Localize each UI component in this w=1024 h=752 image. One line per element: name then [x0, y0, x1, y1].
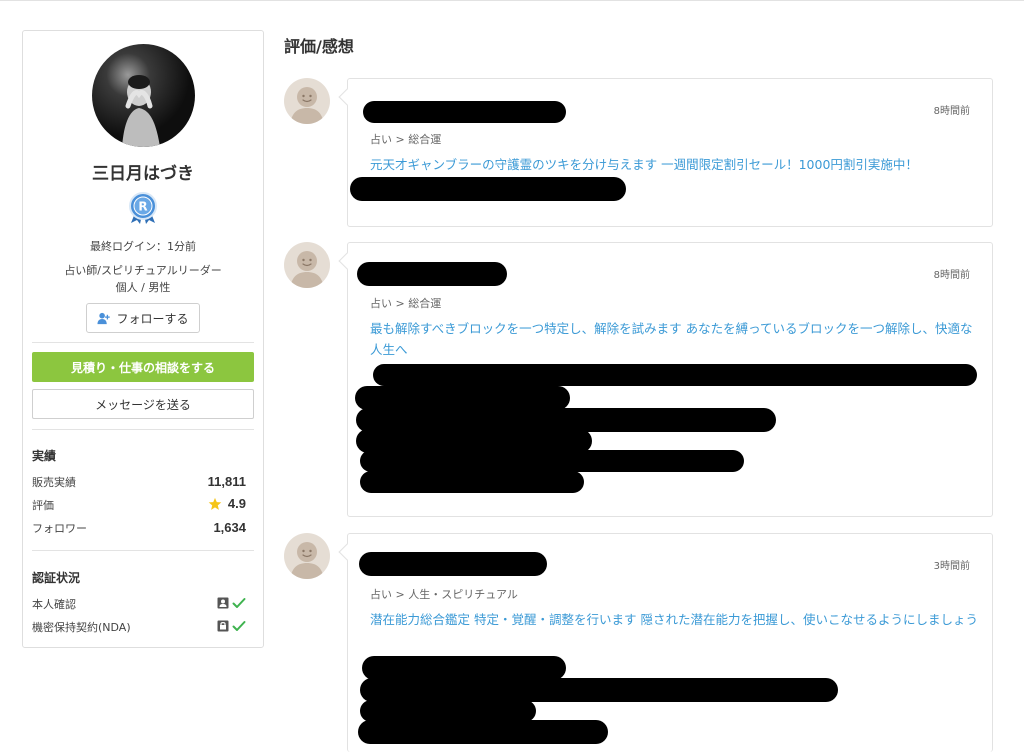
lock-icon	[217, 620, 229, 632]
last-login: 最終ログイン：1分前	[90, 240, 196, 253]
send-message-button[interactable]: メッセージを送る	[32, 389, 254, 419]
profile-name: 三日月はづき	[92, 164, 194, 184]
divider	[32, 342, 254, 343]
id-card-icon	[217, 597, 229, 609]
review-card: 3時間前 占い > 人生・スピリチュアル 潜在能力総合鑑定 特定・覚醒・調整を行…	[338, 533, 993, 752]
page-title: 評価/感想	[284, 37, 354, 56]
review-category[interactable]: 占い > 総合運	[370, 131, 441, 147]
verification-row-identity: 本人確認	[32, 596, 254, 612]
profile-sidebar: 三日月はづき R 最終ログイン：1分前 占い師/スピリチュアルリーダー 個人 /…	[22, 30, 264, 648]
redacted-review-text	[373, 364, 977, 386]
redacted-reviewer-name	[363, 101, 566, 123]
star-icon	[208, 497, 222, 510]
stat-followers-label: フォロワー	[32, 522, 87, 535]
redacted-review-text	[350, 177, 626, 201]
review-time: 8時間前	[933, 106, 970, 117]
redacted-review-text	[355, 386, 570, 410]
card-notch	[338, 543, 356, 561]
review-card: 8時間前 占い > 総合運 最も解除すべきブロックを一つ特定し、解除を試みます …	[338, 242, 993, 517]
top-border	[0, 0, 1024, 1]
consult-button[interactable]: 見積り・仕事の相談をする	[32, 352, 254, 382]
card-notch	[338, 88, 356, 106]
redacted-review-text	[362, 656, 566, 680]
divider	[32, 429, 254, 430]
profile-type: 個人 / 男性	[115, 281, 171, 294]
review-time: 8時間前	[933, 270, 970, 281]
redacted-review-text	[358, 720, 608, 744]
stat-rating-label: 評価	[32, 499, 54, 512]
card-notch	[338, 252, 356, 270]
review-service-link[interactable]: 元天才ギャンブラーの守護霊のツキを分け与えます 一週間限定割引セール！1000円…	[370, 154, 980, 175]
user-add-icon	[97, 312, 111, 324]
profile-role: 占い師/スピリチュアルリーダー	[64, 264, 222, 277]
redacted-review-text	[360, 678, 838, 702]
stat-sales-label: 販売実績	[32, 476, 76, 489]
review-category[interactable]: 占い > 人生・スピリチュアル	[370, 586, 518, 602]
redacted-review-text	[360, 450, 744, 472]
follow-label: フォローする	[116, 311, 189, 326]
redacted-review-text	[360, 471, 584, 493]
review-item: 8時間前 占い > 総合運 最も解除すべきブロックを一つ特定し、解除を試みます …	[284, 242, 994, 518]
stat-rating: 4.9	[208, 496, 246, 511]
redacted-reviewer-name	[357, 262, 507, 286]
review-item: 8時間前 占い > 総合運 元天才ギャンブラーの守護霊のツキを分け与えます 一週…	[284, 78, 994, 228]
profile-avatar[interactable]	[92, 44, 195, 147]
review-time: 3時間前	[933, 561, 970, 572]
stat-sales-value: 11,811	[207, 474, 246, 489]
review-item: 3時間前 占い > 人生・スピリチュアル 潜在能力総合鑑定 特定・覚醒・調整を行…	[284, 533, 994, 752]
rank-badge-letter: R	[138, 200, 147, 214]
reviewer-avatar	[284, 78, 330, 124]
redacted-reviewer-name	[359, 552, 547, 576]
stats-title: 実績	[32, 449, 57, 463]
review-card: 8時間前 占い > 総合運 元天才ギャンブラーの守護霊のツキを分け与えます 一週…	[338, 78, 993, 227]
reviewer-avatar	[284, 242, 330, 288]
check-icon	[232, 598, 246, 608]
review-category[interactable]: 占い > 総合運	[370, 295, 441, 311]
redacted-review-text	[360, 700, 536, 722]
rank-badge-icon: R	[126, 191, 160, 225]
check-icon	[232, 621, 246, 631]
verification-label: 機密保持契約(NDA)	[32, 621, 131, 634]
stat-rating-value: 4.9	[227, 496, 246, 511]
stat-followers-value: 1,634	[213, 520, 246, 535]
divider	[32, 550, 254, 551]
review-service-link[interactable]: 潜在能力総合鑑定 特定・覚醒・調整を行います 隠された潜在能力を把握し、使いこな…	[370, 609, 980, 630]
verification-label: 本人確認	[32, 598, 76, 611]
verification-row-nda: 機密保持契約(NDA)	[32, 619, 254, 635]
review-service-link[interactable]: 最も解除すべきブロックを一つ特定し、解除を試みます あなたを縛っているブロックを…	[370, 318, 980, 360]
follow-button[interactable]: フォローする	[86, 303, 200, 333]
verification-title: 認証状況	[32, 571, 81, 585]
reviewer-avatar	[284, 533, 330, 579]
